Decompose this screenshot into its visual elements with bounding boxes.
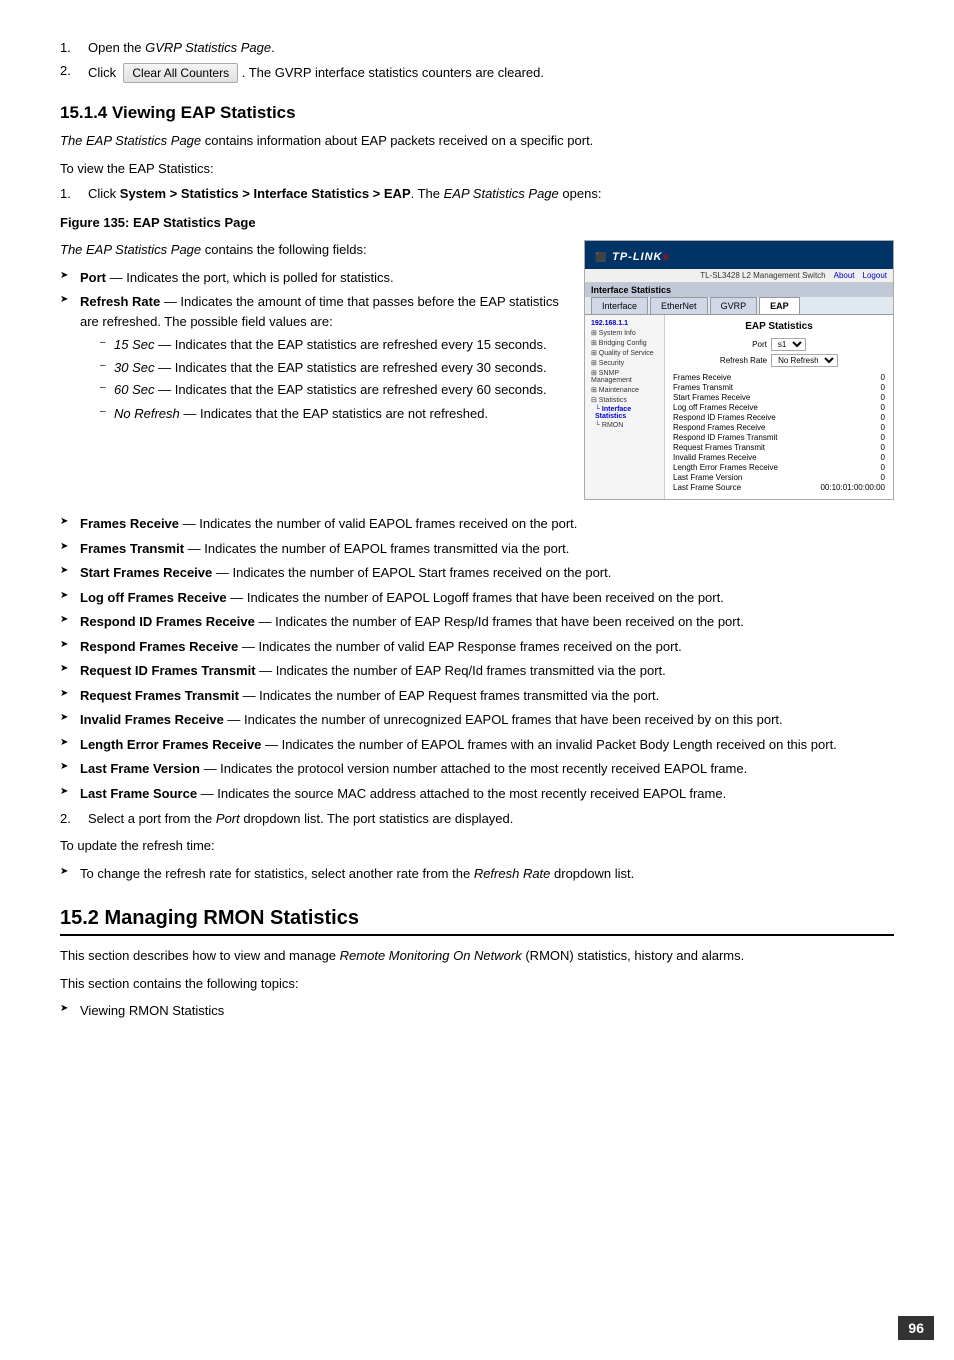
- to-view-label: To view the EAP Statistics:: [60, 159, 894, 179]
- refresh-row: Refresh Rate No Refresh: [673, 354, 885, 367]
- sidebar-snmp[interactable]: ⊞ SNMP Management: [587, 368, 662, 385]
- eap-stats-title: EAP Statistics: [673, 321, 885, 332]
- step-1-num: 1.: [60, 40, 88, 55]
- view-step-1-num: 1.: [60, 186, 88, 201]
- refresh-select[interactable]: No Refresh: [771, 354, 838, 367]
- section-152-intro: This section describes how to view and m…: [60, 946, 894, 966]
- tp-link-nav-tabs: Interface EtherNet GVRP EAP: [585, 297, 893, 315]
- field-respond-receive: Respond Frames Receive — Indicates the n…: [60, 637, 894, 657]
- field-port: Port — Indicates the port, which is poll…: [60, 268, 564, 288]
- field-frames-receive: Frames Receive — Indicates the number of…: [60, 514, 894, 534]
- refresh-update-list: To change the refresh rate for statistic…: [60, 864, 894, 884]
- view-step-2-text: Select a port from the Port dropdown lis…: [88, 811, 513, 826]
- sidebar-interface-statistics[interactable]: └ Interface Statistics: [587, 405, 662, 421]
- tab-gvrp[interactable]: GVRP: [710, 297, 758, 314]
- section-152-heading: 15.2 Managing RMON Statistics: [60, 907, 894, 936]
- port-row: Port s1: [673, 338, 885, 351]
- port-label: Port: [752, 340, 767, 349]
- no-refresh: No Refresh — Indicates that the EAP stat…: [100, 404, 564, 424]
- refresh-label: Refresh Rate: [720, 356, 767, 365]
- field-invalid-receive: Invalid Frames Receive — Indicates the n…: [60, 710, 894, 730]
- tp-link-nav-top: TL-SL3428 L2 Management Switch About Log…: [585, 269, 893, 283]
- eap-stats-rows: Frames Receive0 Frames Transmit0 Start F…: [673, 373, 885, 492]
- sidebar-qos[interactable]: ⊞ Quality of Service: [587, 348, 662, 358]
- step-2-num: 2.: [60, 63, 88, 78]
- tp-link-panel-wrapper: ⬛ TP-LINK® TL-SL3428 L2 Management Switc…: [584, 240, 894, 500]
- tab-eap[interactable]: EAP: [759, 297, 800, 314]
- topics-intro: This section contains the following topi…: [60, 974, 894, 994]
- tp-link-sidebar: 192.168.1.1 ⊞ System Info ⊞ Bridging Con…: [585, 315, 665, 499]
- more-fields-list: Frames Receive — Indicates the number of…: [60, 514, 894, 803]
- steps-intro: 1. Open the GVRP Statistics Page. 2. Cli…: [60, 40, 894, 83]
- refresh-values-list: 15 Sec — Indicates that the EAP statisti…: [100, 335, 564, 400]
- sidebar-statistics[interactable]: ⊟ Statistics: [587, 395, 662, 405]
- field-respond-id-receive: Respond ID Frames Receive — Indicates th…: [60, 612, 894, 632]
- field-last-source: Last Frame Source — Indicates the source…: [60, 784, 894, 804]
- field-request-transmit: Request Frames Transmit — Indicates the …: [60, 686, 894, 706]
- section-154-heading: 15.1.4 Viewing EAP Statistics: [60, 103, 894, 123]
- section-154-intro: The EAP Statistics Page contains informa…: [60, 131, 894, 151]
- field-frames-transmit: Frames Transmit — Indicates the number o…: [60, 539, 894, 559]
- refresh-60: 60 Sec — Indicates that the EAP statisti…: [100, 380, 564, 400]
- tp-link-header: ⬛ TP-LINK®: [585, 241, 893, 269]
- tab-interface[interactable]: Interface: [591, 297, 648, 314]
- tp-link-main: EAP Statistics Port s1 Refresh Rate No R…: [665, 315, 893, 499]
- sidebar-system-info[interactable]: ⊞ System Info: [587, 328, 662, 338]
- tp-link-panel: ⬛ TP-LINK® TL-SL3428 L2 Management Switc…: [584, 240, 894, 500]
- field-logoff-frames: Log off Frames Receive — Indicates the n…: [60, 588, 894, 608]
- refresh-15: 15 Sec — Indicates that the EAP statisti…: [100, 335, 564, 355]
- fields-text: The EAP Statistics Page contains the fol…: [60, 240, 564, 500]
- section-154: 15.1.4 Viewing EAP Statistics The EAP St…: [60, 103, 894, 883]
- view-step-1-text: Click System > Statistics > Interface St…: [88, 186, 601, 201]
- topics-list: Viewing RMON Statistics: [60, 1001, 894, 1021]
- no-refresh-list: No Refresh — Indicates that the EAP stat…: [100, 404, 564, 424]
- sidebar-rmon[interactable]: └ RMON: [587, 421, 662, 430]
- field-start-frames: Start Frames Receive — Indicates the num…: [60, 563, 894, 583]
- sidebar-ip[interactable]: 192.168.1.1: [587, 319, 662, 328]
- logout-link[interactable]: Logout: [863, 271, 887, 280]
- tp-link-body: 192.168.1.1 ⊞ System Info ⊞ Bridging Con…: [585, 315, 893, 499]
- sidebar-maintenance[interactable]: ⊞ Maintenance: [587, 385, 662, 395]
- view-step-2-num: 2.: [60, 811, 88, 826]
- tab-ethernet[interactable]: EtherNet: [650, 297, 708, 314]
- field-last-version: Last Frame Version — Indicates the proto…: [60, 759, 894, 779]
- topic-rmon-stats: Viewing RMON Statistics: [60, 1001, 894, 1021]
- fields-list: Port — Indicates the port, which is poll…: [60, 268, 564, 424]
- figure-layout: The EAP Statistics Page contains the fol…: [60, 240, 894, 500]
- clear-all-counters-button[interactable]: Clear All Counters: [123, 63, 238, 83]
- sidebar-security[interactable]: ⊞ Security: [587, 358, 662, 368]
- tp-link-logo: ⬛ TP-LINK®: [595, 247, 669, 263]
- section-152: 15.2 Managing RMON Statistics This secti…: [60, 907, 894, 1021]
- update-refresh-text: To update the refresh time:: [60, 836, 894, 856]
- field-refresh-rate: Refresh Rate — Indicates the amount of t…: [60, 292, 564, 423]
- fields-intro-text: The EAP Statistics Page contains the fol…: [60, 240, 564, 260]
- field-length-error: Length Error Frames Receive — Indicates …: [60, 735, 894, 755]
- sidebar-bridging[interactable]: ⊞ Bridging Config: [587, 338, 662, 348]
- interface-stats-label: Interface Statistics: [585, 283, 893, 297]
- refresh-update-item: To change the refresh rate for statistic…: [60, 864, 894, 884]
- step-2-text: Click Clear All Counters . The GVRP inte…: [88, 63, 544, 83]
- step-1-text: Open the GVRP Statistics Page.: [88, 40, 275, 55]
- about-link[interactable]: About: [834, 271, 855, 280]
- refresh-30: 30 Sec — Indicates that the EAP statisti…: [100, 358, 564, 378]
- field-request-id-transmit: Request ID Frames Transmit — Indicates t…: [60, 661, 894, 681]
- port-select[interactable]: s1: [771, 338, 806, 351]
- page-number: 96: [898, 1316, 934, 1340]
- system-title: TL-SL3428 L2 Management Switch: [700, 271, 825, 280]
- figure-caption: Figure 135: EAP Statistics Page: [60, 215, 894, 230]
